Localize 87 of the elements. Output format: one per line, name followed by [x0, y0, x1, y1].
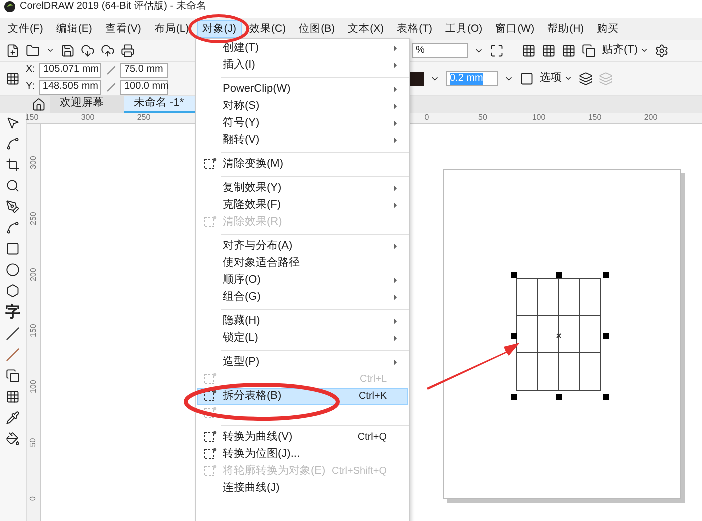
menu-bar-item[interactable]: 效果(C): [244, 20, 292, 38]
line-tool-icon[interactable]: [6, 327, 20, 341]
menu-item-icon: [204, 390, 217, 403]
menu-bar-item[interactable]: 编辑(E): [51, 20, 98, 38]
menu-item[interactable]: PowerClip(W): [197, 81, 408, 98]
shape-tool-icon[interactable]: [6, 137, 20, 151]
save-icon[interactable]: [61, 44, 75, 58]
curve-tool-icon[interactable]: [6, 221, 20, 235]
menu-item[interactable]: 创建(T): [197, 40, 408, 57]
print-icon[interactable]: [121, 44, 135, 58]
menu-item-icon: [204, 158, 217, 171]
menu-bar-item[interactable]: 布局(L): [149, 20, 194, 38]
window-title: CorelDRAW 2019 (64-Bit 评估版) - 未命名: [20, 1, 206, 13]
menu-item[interactable]: 使对象适合路径: [197, 255, 408, 272]
menu-item[interactable]: 转换为曲线(V) Ctrl+Q: [197, 429, 408, 446]
menu-item-icon: [204, 373, 217, 386]
caret-icon: [564, 74, 573, 83]
cloud-upload-icon[interactable]: [101, 44, 115, 58]
y-field[interactable]: 148.505 mm: [38, 80, 101, 94]
zoom-tool-icon[interactable]: [6, 179, 20, 193]
x-label: X:: [26, 64, 36, 76]
text-tool[interactable]: 字: [6, 305, 20, 320]
menu-item-icon: [204, 465, 217, 478]
new-document-icon[interactable]: [6, 44, 20, 58]
snap-icon[interactable]: [582, 44, 596, 58]
caret-icon[interactable]: [46, 46, 55, 55]
submenu-arrow-icon: [391, 242, 400, 251]
snap-dropdown[interactable]: 贴齐(T): [602, 44, 650, 58]
menu-bar-item[interactable]: 帮助(H): [542, 20, 590, 38]
document-tab[interactable]: 欢迎屏幕: [50, 96, 124, 113]
menu-bar-item[interactable]: 购买: [592, 20, 624, 38]
menu-bar-item[interactable]: 文本(X): [343, 20, 390, 38]
full-screen-icon[interactable]: [490, 44, 504, 58]
menu-item[interactable]: 克隆效果(F): [197, 197, 408, 214]
menu-item[interactable]: 对齐与分布(A): [197, 238, 408, 255]
menu-item[interactable]: 转换为位图(J)...: [197, 446, 408, 463]
menu-item-icon: [204, 431, 217, 444]
menu-item[interactable]: 造型(P): [197, 354, 408, 371]
menu-bar-item[interactable]: 位图(B): [294, 20, 340, 38]
menu-item[interactable]: 翻转(V): [197, 132, 408, 149]
menu-item[interactable]: 复制效果(Y): [197, 180, 408, 197]
menu-item[interactable]: 拆分表格(B) Ctrl+K: [197, 388, 408, 405]
polygon-tool-icon[interactable]: [6, 284, 20, 298]
menu-item[interactable]: 清除变换(M): [197, 156, 408, 173]
menu-item[interactable]: 隐藏(H): [197, 313, 408, 330]
grid-icon[interactable]: [542, 44, 556, 58]
crop-tool-icon[interactable]: [6, 158, 20, 172]
home-icon[interactable]: [32, 98, 46, 112]
width-field[interactable]: 75.0 mm: [120, 62, 168, 78]
frame-icon[interactable]: [520, 72, 534, 86]
menu-bar-item[interactable]: 表格(T): [392, 20, 438, 38]
height-field[interactable]: 100.0 mm: [120, 80, 168, 94]
x-field[interactable]: 105.071 mm: [39, 62, 102, 78]
freehand-tool-icon[interactable]: [6, 200, 20, 214]
zoom-field[interactable]: %: [412, 43, 468, 58]
annotation-ellipse: [188, 14, 250, 44]
menu-item-icon: [204, 407, 217, 420]
fill-tool-icon[interactable]: [6, 432, 20, 446]
menu-bar-item[interactable]: 工具(O): [440, 20, 488, 38]
selected-table-drawing[interactable]: [511, 272, 611, 400]
menu-item[interactable]: 插入(I): [197, 57, 408, 74]
y-label: Y:: [26, 81, 35, 93]
menu-item[interactable]: 顺序(O): [197, 272, 408, 289]
rectangle-tool-icon[interactable]: [6, 242, 20, 256]
shadow-tool-icon[interactable]: [6, 369, 20, 383]
menu-bar-item[interactable]: 文件(F): [3, 20, 48, 38]
eyedropper-tool-icon[interactable]: [6, 411, 20, 425]
outline-color-swatch[interactable]: [410, 72, 424, 86]
settings-icon[interactable]: [655, 44, 670, 58]
cloud-download-icon[interactable]: [81, 44, 95, 58]
menu-bar-item[interactable]: 对象(J): [197, 20, 242, 38]
vertical-ruler: 300 250 200 150 100 50 0: [27, 124, 41, 521]
reference-point-icon[interactable]: [6, 72, 20, 86]
menu-item[interactable]: 锁定(L): [197, 330, 408, 347]
menu-item-icon: [204, 448, 217, 461]
ellipse-tool-icon[interactable]: [6, 263, 20, 277]
menu-bar-item[interactable]: 窗口(W): [490, 20, 540, 38]
menu-item[interactable]: 组合(G): [197, 289, 408, 306]
options-dropdown[interactable]: 选项: [540, 72, 573, 86]
app-logo-icon: [4, 1, 16, 13]
folder-icon[interactable]: [26, 44, 40, 58]
caret-icon: [640, 46, 650, 55]
menu-item-icon: [204, 216, 217, 229]
menu-bar-item[interactable]: 查看(V): [100, 20, 146, 38]
pointer-tool-icon[interactable]: [6, 116, 20, 130]
menu-item[interactable]: 连接曲线(J): [197, 480, 408, 497]
submenu-arrow-icon: [391, 358, 400, 367]
